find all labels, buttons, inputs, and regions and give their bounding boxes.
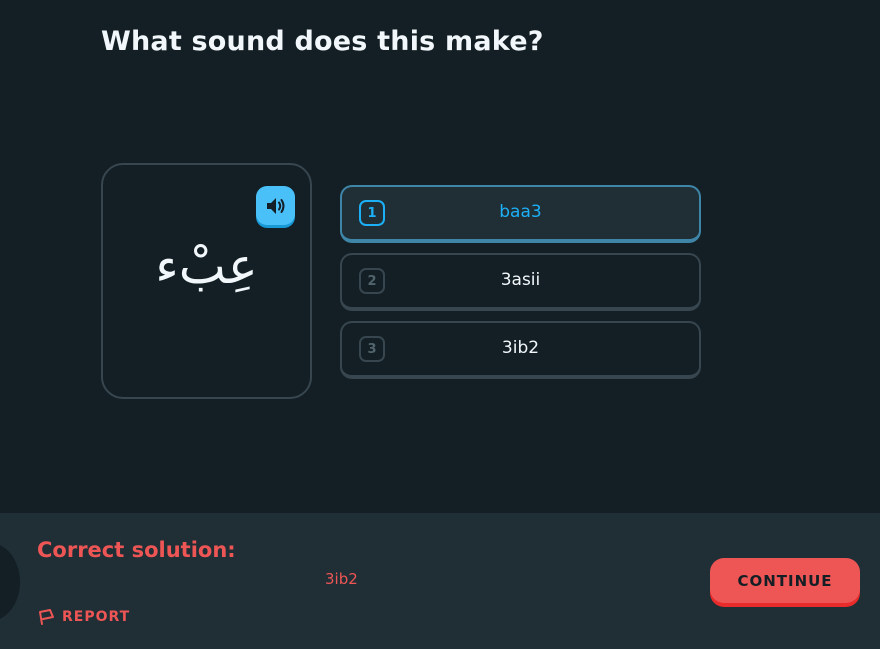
option-baa3[interactable]: 1 baa3 — [340, 185, 701, 243]
speaker-icon — [266, 197, 284, 214]
option-3ib2[interactable]: 3 3ib2 — [340, 321, 701, 379]
option-3asii[interactable]: 2 3asii — [340, 253, 701, 311]
option-label: 3asii — [500, 270, 541, 290]
flag-icon — [39, 609, 54, 625]
question-title: What sound does this make? — [101, 26, 544, 57]
feedback-footer: Correct solution: 3ib2 REPORT CONTINUE — [0, 513, 880, 649]
report-button[interactable]: REPORT — [38, 608, 130, 626]
lesson-screen: What sound does this make? عِبْء 1 baa3 … — [0, 0, 880, 649]
continue-button[interactable]: CONTINUE — [710, 558, 860, 603]
answer-options: 1 baa3 2 3asii 3 3ib2 — [340, 185, 701, 389]
option-label: baa3 — [499, 202, 542, 222]
correct-solution-value: 3ib2 — [325, 570, 358, 588]
correct-solution-heading: Correct solution: — [37, 538, 236, 562]
report-label: REPORT — [62, 609, 131, 625]
arabic-character: عِبْء — [155, 237, 258, 295]
character-card: عِبْء — [101, 163, 312, 399]
play-audio-button[interactable] — [256, 186, 295, 225]
option-label: 3ib2 — [501, 338, 540, 358]
feedback-badge — [0, 543, 20, 621]
